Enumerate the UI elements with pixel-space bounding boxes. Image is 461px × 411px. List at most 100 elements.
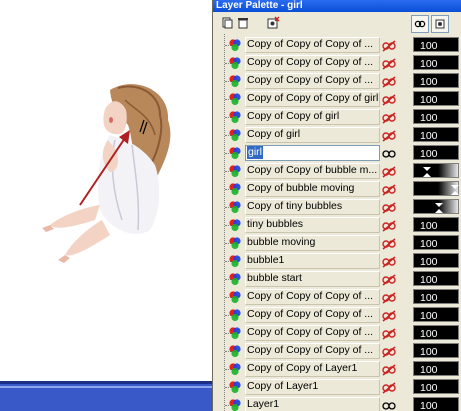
layer-row[interactable]: Copy of bubble moving — [213, 180, 411, 198]
layer-opacity[interactable]: 100 — [411, 216, 461, 234]
layer-opacity[interactable]: 100 — [411, 54, 461, 72]
raster-layer-icon[interactable] — [228, 380, 242, 394]
layer-name[interactable]: Copy of Copy of Copy of ... — [247, 74, 379, 87]
raster-layer-icon[interactable] — [228, 272, 242, 286]
layer-opacity[interactable]: 100 — [411, 108, 461, 126]
visibility-toggle-icon[interactable] — [381, 237, 397, 250]
layer-opacity[interactable]: 100 — [411, 252, 461, 270]
opacity-field[interactable]: 100 — [413, 235, 459, 250]
layer-opacity[interactable]: 100 — [411, 72, 461, 90]
opacity-field[interactable]: 100 — [413, 397, 459, 411]
layer-opacity[interactable]: 100 — [411, 126, 461, 144]
visibility-toggle-icon[interactable] — [381, 273, 397, 286]
layer-row[interactable]: bubble moving — [213, 234, 411, 252]
layer-properties-icon[interactable] — [265, 15, 281, 31]
raster-layer-icon[interactable] — [228, 218, 242, 232]
layer-name[interactable]: Copy of Copy of Copy of ... — [247, 344, 379, 357]
raster-layer-icon[interactable] — [228, 290, 242, 304]
layer-name[interactable]: Copy of Copy of Copy of girl — [247, 92, 379, 105]
layer-name[interactable]: tiny bubbles — [247, 218, 379, 231]
layer-row[interactable]: bubble start — [213, 270, 411, 288]
layer-name[interactable]: Copy of bubble moving — [247, 182, 379, 195]
layer-name[interactable]: Copy of Layer1 — [247, 380, 379, 393]
layer-row[interactable]: tiny bubbles — [213, 216, 411, 234]
layer-opacity[interactable]: 100 — [411, 324, 461, 342]
raster-layer-icon[interactable] — [228, 164, 242, 178]
hidden-layer-icon[interactable] — [381, 399, 397, 411]
layer-row[interactable]: Copy of girl — [213, 126, 411, 144]
raster-layer-icon[interactable] — [228, 146, 242, 160]
raster-layer-icon[interactable] — [228, 362, 242, 376]
opacity-field[interactable]: 100 — [413, 145, 459, 160]
layer-name[interactable]: Copy of Copy of Layer1 — [247, 362, 379, 375]
raster-layer-icon[interactable] — [228, 56, 242, 70]
layer-name-box[interactable] — [245, 145, 380, 161]
layer-opacity[interactable] — [411, 198, 461, 216]
layer-opacity[interactable]: 100 — [411, 144, 461, 162]
raster-layer-icon[interactable] — [228, 38, 242, 52]
opacity-field[interactable]: 100 — [413, 271, 459, 286]
visibility-toggle-icon[interactable] — [381, 111, 397, 124]
layer-opacity[interactable]: 100 — [411, 396, 461, 411]
layer-opacity[interactable]: 100 — [411, 36, 461, 54]
layer-row[interactable]: Copy of Copy of bubble m... — [213, 162, 411, 180]
layer-name[interactable]: Copy of Copy of Copy of ... — [247, 308, 379, 321]
slider-handle-icon[interactable] — [450, 183, 460, 195]
layer-row[interactable]: Layer1 — [213, 396, 411, 411]
opacity-field[interactable]: 100 — [413, 37, 459, 52]
layer-opacity[interactable]: 100 — [411, 378, 461, 396]
opacity-slider[interactable] — [413, 181, 459, 196]
layer-opacity[interactable]: 100 — [411, 360, 461, 378]
opacity-field[interactable]: 100 — [413, 91, 459, 106]
layer-list[interactable]: Copy of Copy of Copy of ... Copy of Copy… — [213, 34, 411, 411]
new-layer-icon[interactable] — [219, 15, 235, 31]
layer-row[interactable]: Copy of Copy of girl — [213, 108, 411, 126]
opacity-field[interactable]: 100 — [413, 325, 459, 340]
visibility-toggle-icon[interactable] — [381, 363, 397, 376]
layer-row[interactable]: Copy of Copy of Copy of ... — [213, 72, 411, 90]
layer-row[interactable]: girl — [213, 144, 411, 162]
layer-row[interactable]: Copy of Copy of Copy of ... — [213, 306, 411, 324]
layer-name[interactable]: girl — [247, 146, 264, 159]
layer-row[interactable]: Copy of tiny bubbles — [213, 198, 411, 216]
image-canvas[interactable] — [0, 0, 212, 411]
visibility-toggle-icon[interactable] — [381, 165, 397, 178]
layer-row[interactable]: bubble1 — [213, 252, 411, 270]
layer-row[interactable]: Copy of Copy of Copy of girl — [213, 90, 411, 108]
raster-layer-icon[interactable] — [228, 326, 242, 340]
layer-opacity[interactable]: 100 — [411, 342, 461, 360]
visibility-toggle-icon[interactable] — [381, 255, 397, 268]
raster-layer-icon[interactable] — [228, 92, 242, 106]
visibility-tab-icon[interactable] — [411, 15, 429, 33]
layer-name[interactable]: bubble moving — [247, 236, 379, 249]
visibility-toggle-icon[interactable] — [381, 39, 397, 52]
layer-opacity[interactable] — [411, 162, 461, 180]
layer-row[interactable]: Copy of Copy of Copy of ... — [213, 54, 411, 72]
opacity-slider[interactable] — [413, 199, 459, 214]
layer-opacity[interactable]: 100 — [411, 306, 461, 324]
layer-name[interactable]: bubble1 — [247, 254, 379, 267]
layer-row[interactable]: Copy of Copy of Copy of ... — [213, 36, 411, 54]
layer-name[interactable]: Copy of Copy of girl — [247, 110, 379, 123]
visibility-toggle-icon[interactable] — [381, 93, 397, 106]
opacity-field[interactable]: 100 — [413, 289, 459, 304]
layer-name[interactable]: Copy of girl — [247, 128, 379, 141]
layer-name[interactable]: Layer1 — [247, 398, 379, 411]
opacity-field[interactable]: 100 — [413, 361, 459, 376]
visibility-toggle-icon[interactable] — [381, 129, 397, 142]
layer-name[interactable]: Copy of Copy of bubble m... — [247, 164, 379, 177]
layer-opacity[interactable] — [411, 180, 461, 198]
layer-opacity[interactable]: 100 — [411, 270, 461, 288]
raster-layer-icon[interactable] — [228, 344, 242, 358]
opacity-field[interactable]: 100 — [413, 307, 459, 322]
layer-row[interactable]: Copy of Copy of Copy of ... — [213, 324, 411, 342]
layer-row[interactable]: Copy of Layer1 — [213, 378, 411, 396]
opacity-field[interactable]: 100 — [413, 217, 459, 232]
slider-handle-icon[interactable] — [422, 165, 432, 177]
raster-layer-icon[interactable] — [228, 128, 242, 142]
visibility-toggle-icon[interactable] — [381, 327, 397, 340]
layer-name[interactable]: Copy of tiny bubbles — [247, 200, 379, 213]
opacity-field[interactable]: 100 — [413, 109, 459, 124]
raster-layer-icon[interactable] — [228, 254, 242, 268]
layer-row[interactable]: Copy of Copy of Layer1 — [213, 360, 411, 378]
